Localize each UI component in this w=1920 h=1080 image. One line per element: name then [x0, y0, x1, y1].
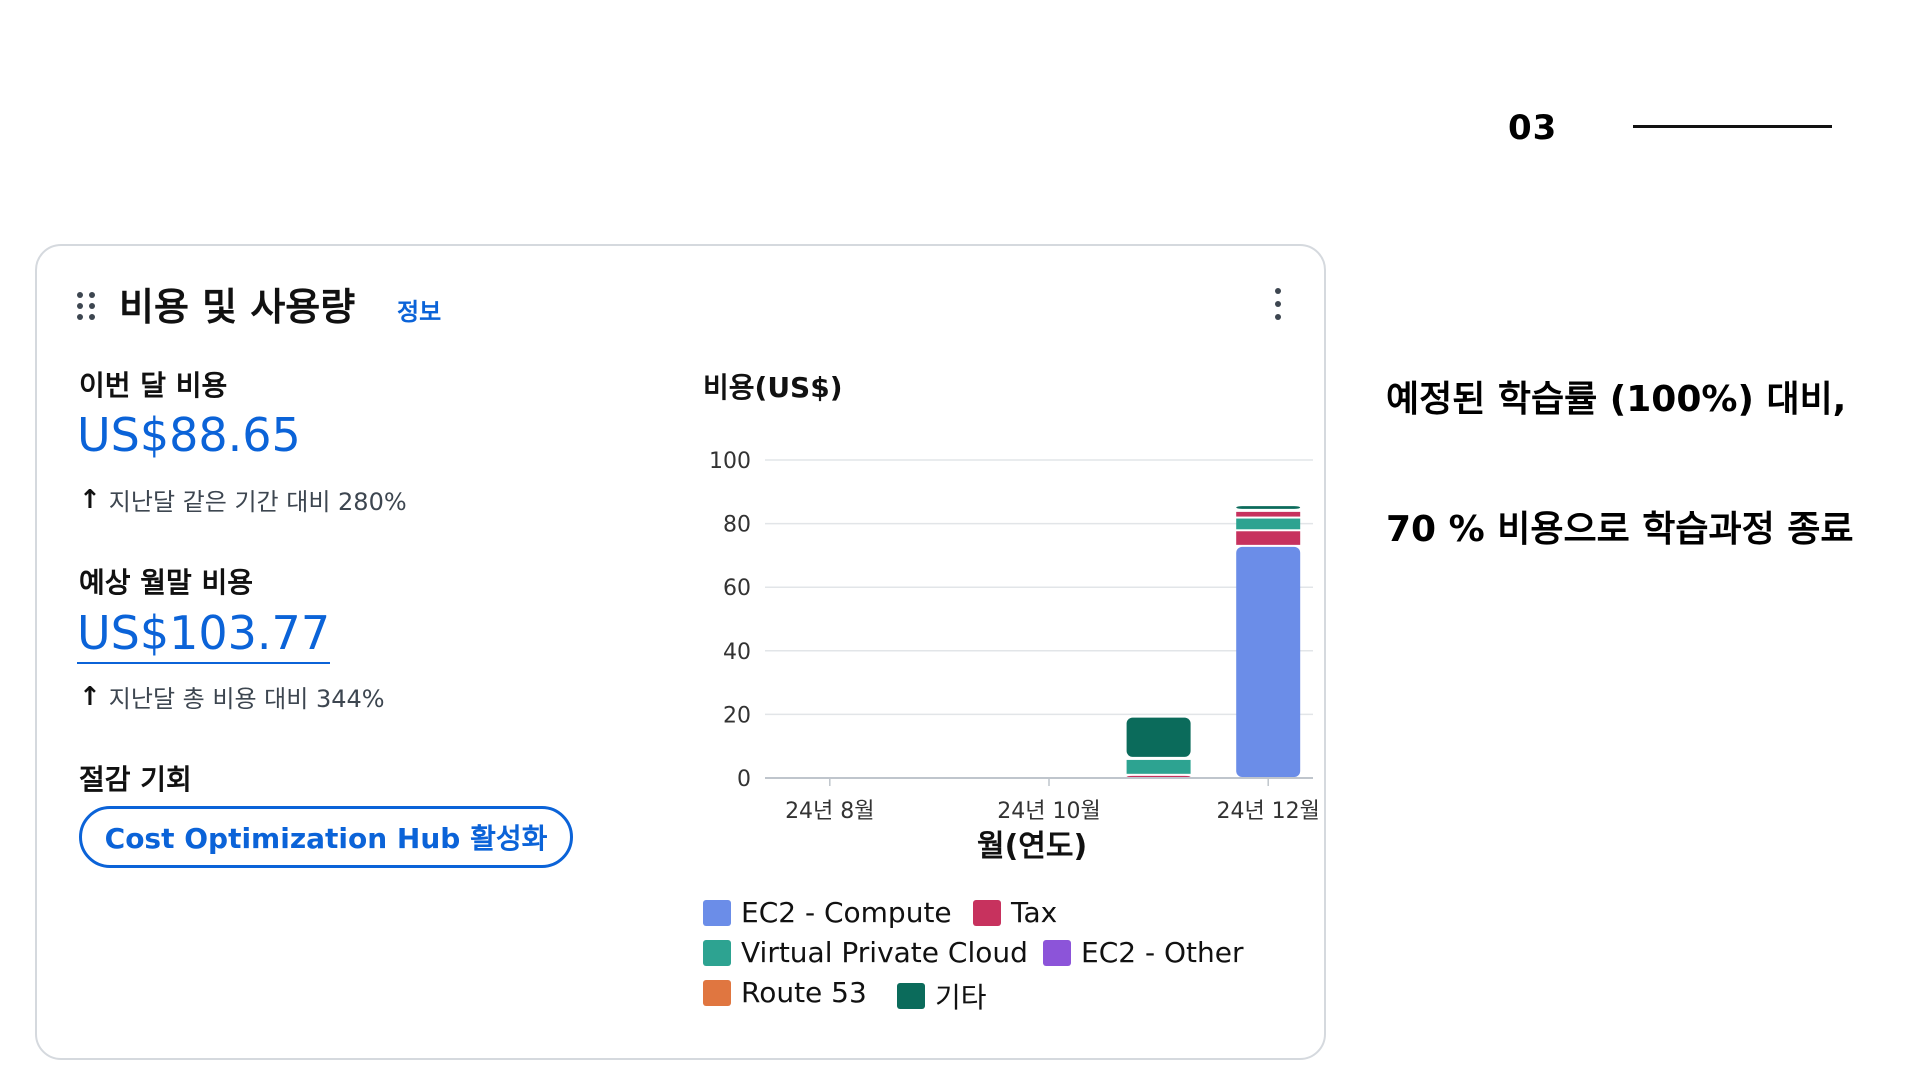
- legend-swatch: [1043, 939, 1071, 966]
- forecast-amount[interactable]: US$103.77: [77, 606, 331, 664]
- y-tick-label: 100: [709, 449, 751, 474]
- info-link[interactable]: 정보: [397, 292, 441, 327]
- x-tick-label: 24년 12월: [1216, 799, 1319, 824]
- bar-segment: [1126, 717, 1191, 757]
- legend-label: Tax: [1011, 896, 1058, 929]
- y-tick-label: 40: [723, 640, 751, 665]
- bar-segment: [1126, 759, 1191, 774]
- legend-item[interactable]: Virtual Private Cloud: [703, 936, 1028, 969]
- forecast-label: 예상 월말 비용: [79, 566, 254, 599]
- forecast-change-text: 지난달 총 비용 대비 344%: [108, 685, 385, 713]
- cost-usage-widget: 비용 및 사용량 정보 이번 달 비용 US$88.65 ↑ 지난달 같은 기간…: [35, 244, 1326, 1060]
- more-options-icon[interactable]: [1268, 286, 1288, 322]
- bar-segment: [1126, 775, 1191, 777]
- side-note-1: 예정된 학습률 (100%) 대비,: [1386, 379, 1847, 420]
- legend-label: EC2 - Compute: [741, 896, 952, 929]
- bar-segment: [1236, 511, 1301, 517]
- legend-item[interactable]: Tax: [973, 896, 1057, 929]
- legend-swatch: [703, 979, 731, 1006]
- current-month-amount: US$88.65: [77, 408, 301, 462]
- legend-swatch: [703, 939, 731, 966]
- current-month-change-text: 지난달 같은 기간 대비 280%: [108, 488, 407, 516]
- current-month-change: ↑ 지난달 같은 기간 대비 280%: [79, 482, 407, 517]
- cost-optimization-hub-button[interactable]: Cost Optimization Hub 활성화: [79, 806, 573, 868]
- cost-chart: 02040608010024년 8월 24년 10월 24년 12월: [709, 449, 1320, 824]
- legend-item[interactable]: EC2 - Other: [1043, 936, 1243, 969]
- y-tick-label: 80: [723, 513, 751, 538]
- savings-label: 절감 기회: [79, 763, 192, 796]
- y-tick-label: 20: [723, 703, 751, 728]
- y-tick-label: 0: [737, 767, 751, 792]
- x-tick-label: 24년 8월: [785, 799, 874, 824]
- legend-item[interactable]: Route 53: [703, 976, 867, 1009]
- legend-item[interactable]: 기타: [897, 976, 987, 1016]
- legend-label: Virtual Private Cloud: [741, 936, 1028, 969]
- legend-swatch: [897, 983, 925, 1009]
- page-rule: [1633, 125, 1832, 128]
- drag-handle-icon[interactable]: [77, 292, 95, 320]
- current-month-label: 이번 달 비용: [79, 369, 228, 402]
- y-tick-label: 60: [723, 576, 751, 601]
- legend-swatch: [703, 899, 731, 926]
- bar-segment: [1236, 531, 1301, 545]
- bar-segment: [1236, 506, 1301, 509]
- side-note-2: 70 % 비용으로 학습과정 종료: [1386, 509, 1854, 550]
- page-number: 03: [1508, 108, 1558, 148]
- chart-y-axis-title: 비용(US$): [703, 371, 843, 404]
- legend-label: EC2 - Other: [1081, 936, 1244, 969]
- chart-x-axis-title: 월(연도): [977, 829, 1088, 864]
- legend-label: Route 53: [741, 976, 867, 1009]
- bar-segment: [1236, 546, 1301, 777]
- legend-item[interactable]: EC2 - Compute: [703, 896, 952, 929]
- widget-title: 비용 및 사용량: [119, 285, 356, 329]
- bar-segment: [1236, 518, 1301, 530]
- legend-label: 기타: [935, 981, 987, 1014]
- legend-swatch: [973, 899, 1001, 926]
- arrow-up-icon: ↑: [79, 681, 101, 712]
- arrow-up-icon: ↑: [79, 484, 101, 515]
- forecast-change: ↑ 지난달 총 비용 대비 344%: [79, 679, 385, 714]
